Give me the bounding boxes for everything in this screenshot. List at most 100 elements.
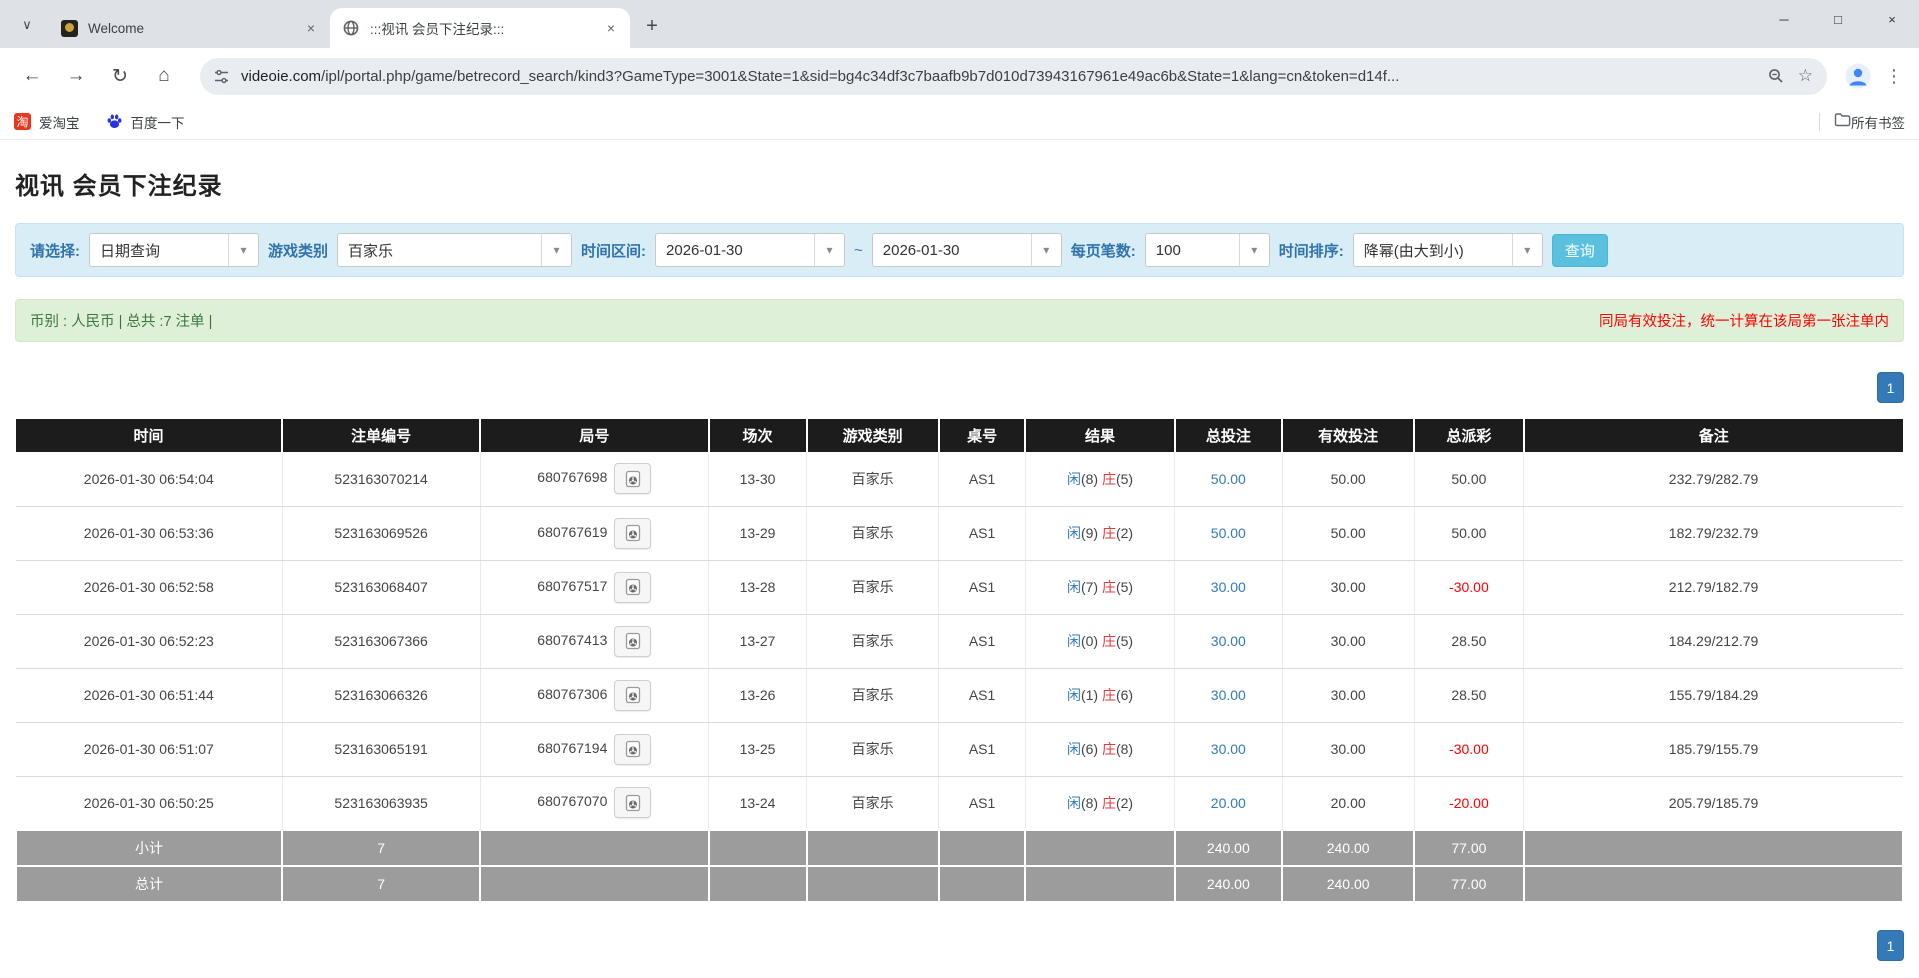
browser-toolbar: ← → ↻ ⌂ videoie.com/ipl/portal.php/game/… (0, 48, 1919, 104)
date-to-select[interactable]: 2026-01-30 ▾ (872, 233, 1062, 267)
cell-round: 680767619 (480, 506, 708, 560)
cell-bet-id: 523163070214 (282, 452, 480, 506)
video-replay-button[interactable] (614, 626, 651, 657)
url-domain: videoie.com (241, 68, 321, 85)
video-replay-button[interactable] (614, 572, 651, 603)
cell-total-bet[interactable]: 50.00 (1175, 506, 1283, 560)
site-info-icon[interactable] (214, 69, 229, 84)
globe-icon (342, 19, 360, 37)
minimize-button[interactable]: ─ (1757, 0, 1811, 38)
tab-welcome[interactable]: Welcome × (48, 8, 330, 48)
bookmark-baidu[interactable]: 百度一下 (106, 112, 185, 132)
cell-payout: 50.00 (1414, 452, 1523, 506)
table-row: 2026-01-30 06:52:58 523163068407 6807675… (16, 560, 1903, 614)
video-replay-button[interactable] (614, 518, 651, 549)
chevron-down-icon: ▾ (814, 234, 844, 266)
cell-total-bet[interactable]: 30.00 (1175, 560, 1283, 614)
total-row: 总计 7 240.00 240.00 77.00 (16, 866, 1903, 902)
back-button[interactable]: ← (14, 58, 50, 94)
chevron-down-icon: ▾ (228, 234, 258, 266)
table-row: 2026-01-30 06:52:23 523163067366 6807674… (16, 614, 1903, 668)
cell-note: 182.79/232.79 (1524, 506, 1903, 560)
cell-result: 闲(8) 庄(5) (1025, 452, 1174, 506)
url-path: /ipl/portal.php/game/betrecord_search/ki… (321, 68, 1399, 85)
home-button[interactable]: ⌂ (146, 58, 182, 94)
cell-note: 232.79/282.79 (1524, 452, 1903, 506)
cell-session: 13-24 (709, 776, 807, 830)
bookmark-taobao[interactable]: 淘 爱淘宝 (14, 112, 80, 132)
profile-avatar-icon[interactable] (1841, 59, 1875, 93)
cell-bet-id: 523163063935 (282, 776, 480, 830)
page-1-button[interactable]: 1 (1877, 930, 1904, 961)
sort-select[interactable]: 降幂(由大到小) ▾ (1353, 233, 1543, 267)
cell-result: 闲(6) 庄(8) (1025, 722, 1174, 776)
date-from-select[interactable]: 2026-01-30 ▾ (655, 233, 845, 267)
address-bar[interactable]: videoie.com/ipl/portal.php/game/betrecor… (200, 58, 1827, 95)
url-text: videoie.com/ipl/portal.php/game/betrecor… (241, 68, 1754, 85)
all-bookmarks[interactable]: 所有书签 (1819, 112, 1905, 132)
game-type-select[interactable]: 百家乐 ▾ (337, 233, 572, 267)
reload-button[interactable]: ↻ (102, 58, 138, 94)
cell-round: 680767517 (480, 560, 708, 614)
cell-payout: -20.00 (1414, 776, 1523, 830)
cell-total-bet[interactable]: 30.00 (1175, 614, 1283, 668)
cell-total-bet[interactable]: 20.00 (1175, 776, 1283, 830)
cell-valid-bet: 50.00 (1282, 506, 1414, 560)
browser-menu-icon[interactable]: ⋮ (1879, 59, 1909, 93)
video-replay-button[interactable] (614, 734, 651, 765)
taobao-icon: 淘 (14, 113, 31, 130)
cell-valid-bet: 50.00 (1282, 452, 1414, 506)
video-replay-button[interactable] (614, 680, 651, 711)
zoom-icon[interactable] (1768, 68, 1784, 84)
table-header: 时间 注单编号 局号 场次 游戏类别 桌号 结果 总投注 有效投注 总派彩 备注 (16, 419, 1903, 452)
summary-bar: 币别 : 人民币 | 总共 :7 注单 | 同局有效投注，统一计算在该局第一张注… (15, 299, 1904, 342)
table-row: 2026-01-30 06:53:36 523163069526 6807676… (16, 506, 1903, 560)
cell-total-bet[interactable]: 30.00 (1175, 722, 1283, 776)
cell-time: 2026-01-30 06:50:25 (16, 776, 282, 830)
tab-title: :::视讯 会员下注纪录::: (370, 18, 594, 38)
table-row: 2026-01-30 06:50:25 523163063935 6807670… (16, 776, 1903, 830)
video-replay-button[interactable] (614, 787, 651, 818)
maximize-button[interactable]: □ (1811, 0, 1865, 38)
cell-table-no: AS1 (939, 614, 1026, 668)
cell-bet-id: 523163065191 (282, 722, 480, 776)
cell-session: 13-28 (709, 560, 807, 614)
tab-bar: ∨ Welcome × :::视讯 会员下注纪录::: × + ─ □ × (0, 0, 1919, 48)
tab-bet-record[interactable]: :::视讯 会员下注纪录::: × (330, 8, 630, 48)
page-1-button[interactable]: 1 (1877, 372, 1904, 403)
query-button[interactable]: 查询 (1552, 234, 1608, 267)
cell-round: 680767413 (480, 614, 708, 668)
page-size-select[interactable]: 100 ▾ (1145, 233, 1270, 267)
cell-time: 2026-01-30 06:53:36 (16, 506, 282, 560)
close-tab-icon[interactable]: × (602, 19, 620, 37)
cell-session: 13-27 (709, 614, 807, 668)
col-valid-bet: 有效投注 (1282, 419, 1414, 452)
bookmark-star-icon[interactable]: ☆ (1798, 66, 1813, 86)
chevron-down-icon: ▾ (541, 234, 571, 266)
cell-total-bet[interactable]: 30.00 (1175, 668, 1283, 722)
round-id: 680767070 (537, 793, 607, 809)
cell-bet-id: 523163066326 (282, 668, 480, 722)
cell-round: 680767194 (480, 722, 708, 776)
col-session: 场次 (709, 419, 807, 452)
cell-payout: 28.50 (1414, 668, 1523, 722)
subtotal-total-bet: 240.00 (1175, 830, 1283, 866)
col-total-bet: 总投注 (1175, 419, 1283, 452)
cell-result: 闲(7) 庄(5) (1025, 560, 1174, 614)
close-tab-icon[interactable]: × (302, 19, 320, 37)
cell-time: 2026-01-30 06:51:07 (16, 722, 282, 776)
cell-valid-bet: 30.00 (1282, 560, 1414, 614)
browser-window: ∨ Welcome × :::视讯 会员下注纪录::: × + ─ □ × ← … (0, 0, 1919, 140)
tab-search-button[interactable]: ∨ (12, 10, 42, 40)
cell-total-bet[interactable]: 50.00 (1175, 452, 1283, 506)
notice-text: 同局有效投注，统一计算在该局第一张注单内 (1599, 310, 1889, 331)
window-controls: ─ □ × (1757, 0, 1919, 38)
close-window-button[interactable]: × (1865, 0, 1919, 38)
cell-game: 百家乐 (807, 506, 939, 560)
welcome-favicon-icon (60, 19, 78, 37)
video-replay-button[interactable] (614, 463, 651, 494)
forward-button[interactable]: → (58, 58, 94, 94)
total-count: 7 (282, 866, 480, 902)
new-tab-button[interactable]: + (638, 12, 666, 40)
query-type-select[interactable]: 日期查询 ▾ (89, 233, 259, 267)
